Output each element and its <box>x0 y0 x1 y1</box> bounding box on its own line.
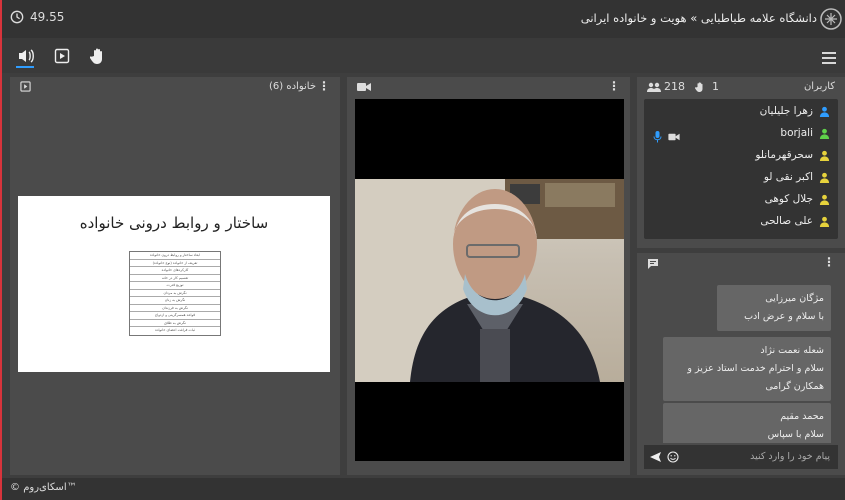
hand-icon <box>90 48 102 64</box>
camera-icon[interactable] <box>668 133 680 141</box>
speaker-video-image <box>355 179 624 382</box>
top-bar: 49.55 دانشگاه علامه طباطبایی » هویت و خا… <box>2 0 845 38</box>
chat-options-icon[interactable]: ⋮ <box>823 255 835 269</box>
user-icon <box>819 194 830 205</box>
user-item[interactable]: زهرا جلیلیان <box>760 105 830 117</box>
presentation-slide: ساختار و روابط درونی خانواده ابعاد ساختا… <box>18 196 330 372</box>
user-icon <box>819 150 830 161</box>
user-name: جلال کوهی <box>764 193 813 205</box>
hand-icon <box>695 82 703 92</box>
page-title: دانشگاه علامه طباطبایی » هویت و خانواده … <box>580 11 817 25</box>
chat-message-text: با سلام و عرض ادب <box>744 311 824 322</box>
users-panel-header: 218 1 کاربران <box>637 77 845 97</box>
active-tab-indicator <box>16 66 34 68</box>
chat-messages[interactable]: مژگان میرزایی با سلام و عرض ادب شعله نعم… <box>644 275 838 443</box>
raised-hands-count: 1 <box>712 80 719 93</box>
speaker-video-frame <box>355 179 624 382</box>
chat-panel-header: ⋮ <box>637 253 845 273</box>
video-panel: ⋮ <box>347 77 630 475</box>
slide-row: کارکردهای خانواده <box>130 267 220 275</box>
video-stream <box>355 99 624 461</box>
slide-row: نگرش به فرزندان <box>130 305 220 312</box>
user-icon <box>819 172 830 183</box>
emoji-icon[interactable] <box>667 451 679 463</box>
video-options-icon[interactable]: ⋮ <box>608 79 620 93</box>
chat-input-placeholder: پیام خود را وارد کنید <box>750 451 830 462</box>
chat-message-text: سلام و احترام خدمت استاد عزیز و همکارن گ… <box>687 363 824 392</box>
user-item[interactable]: سحرقهرمانلو <box>755 149 830 161</box>
chat-message: شعله نعمت نژاد سلام و احترام خدمت استاد … <box>663 337 831 401</box>
chat-message-text: سلام با سپاس محمدمقیم.مرکزتخصصی <box>767 429 824 440</box>
user-item[interactable]: جلال کوهی <box>765 193 830 205</box>
slide-row: نگرش به مردان <box>130 290 220 297</box>
clock-icon <box>10 10 24 24</box>
toolbar <box>2 38 845 73</box>
chat-message-author: شعله نعمت نژاد <box>760 345 824 356</box>
slide-row: قواعد همسرگزینی و ازدواج <box>130 312 220 320</box>
hamburger-menu-icon <box>822 52 836 64</box>
users-panel-title: کاربران <box>803 81 835 92</box>
chat-message: مژگان میرزایی با سلام و عرض ادب <box>717 285 831 331</box>
chat-panel: ⋮ مژگان میرزایی با سلام و عرض ادب شعله ن… <box>637 253 845 475</box>
chat-message-author: مژگان میرزایی <box>765 293 824 304</box>
speaker-icon <box>19 49 34 63</box>
user-name: سحرقهرمانلو <box>755 149 813 161</box>
timer-text: 49.55 <box>30 10 65 24</box>
chat-icon <box>648 259 658 269</box>
user-item[interactable]: اکبر نقی لو <box>764 171 830 183</box>
chat-input[interactable]: پیام خود را وارد کنید <box>644 445 838 469</box>
slide-row: نگرش به طلاق <box>130 320 220 327</box>
document-title: خانواده (6) <box>268 81 316 92</box>
slide-row: توزیع قدرت <box>130 282 220 290</box>
slide-row: تقسیم کار در خانه <box>130 275 220 282</box>
user-item[interactable]: علی صالحی <box>760 215 830 227</box>
document-panel-header: خانواده (6) ⋮ <box>10 77 340 97</box>
presentation-button[interactable] <box>52 46 72 66</box>
slide-row: ثبات فراغت اعضای خانواده <box>155 328 195 332</box>
camera-icon <box>357 83 371 91</box>
session-timer: 49.55 <box>10 10 64 24</box>
university-logo-icon <box>820 8 842 30</box>
user-name: زهرا جلیلیان <box>759 105 813 117</box>
slide-row: نگرش به زنان <box>130 297 220 305</box>
video-panel-header: ⋮ <box>347 77 630 97</box>
group-icon <box>647 82 661 92</box>
document-options-icon[interactable]: ⋮ <box>318 79 330 93</box>
users-count: 218 <box>664 80 685 93</box>
user-name: borjali <box>780 127 813 139</box>
users-panel: 218 1 کاربران زهرا جلیلیان borjali سحرقه… <box>637 77 845 248</box>
user-icon <box>819 128 830 139</box>
slide-title: ساختار و روابط درونی خانواده <box>79 214 269 232</box>
chat-message-author: محمد مقیم <box>780 411 824 422</box>
raise-hand-button[interactable] <box>88 46 108 66</box>
presentation-icon[interactable] <box>20 81 31 92</box>
users-list[interactable]: زهرا جلیلیان borjali سحرقهرمانلو اکبر نق… <box>644 99 838 239</box>
slide-table: ابعاد ساختار و روابط درون خانواده تعریف … <box>129 251 221 336</box>
chat-message: محمد مقیم سلام با سپاس محمدمقیم.مرکزتخصص… <box>663 403 831 443</box>
user-icon <box>819 106 830 117</box>
document-panel: خانواده (6) ⋮ ساختار و روابط درونی خانوا… <box>10 77 340 475</box>
user-item[interactable]: borjali <box>780 127 830 139</box>
footer: © اسکای‌روم™ <box>2 478 845 500</box>
user-name: علی صالحی <box>760 215 813 227</box>
slide-row: ابعاد ساختار و روابط درون خانواده <box>130 252 220 260</box>
user-icon <box>819 216 830 227</box>
speaker-button[interactable] <box>16 46 36 66</box>
send-icon[interactable] <box>649 451 662 463</box>
slide-row: تعریف از خانواده (نوع خانواده) <box>130 260 220 267</box>
play-presentation-icon <box>54 48 70 64</box>
microphone-icon[interactable] <box>653 131 662 143</box>
main-menu-button[interactable] <box>821 49 837 68</box>
skyroom-brand: © اسکای‌روم™ <box>10 482 77 493</box>
user-name: اکبر نقی لو <box>763 171 813 183</box>
